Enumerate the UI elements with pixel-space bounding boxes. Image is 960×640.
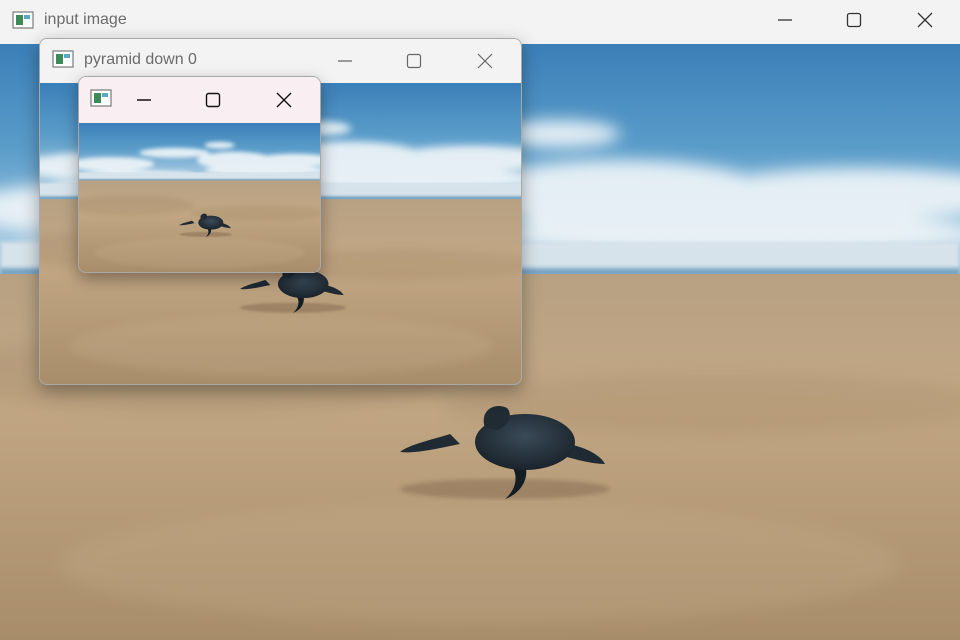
pyramid1-close-button[interactable] [249,79,319,121]
pyramid1-image-canvas[interactable] [79,123,320,272]
pyramid0-maximize-button[interactable] [379,41,449,81]
main-close-button[interactable] [890,0,960,40]
pyramid0-close-button[interactable] [450,41,520,81]
app-icon [52,50,74,68]
maximize-icon [205,92,221,108]
minimize-icon [338,60,352,62]
pyramid1-window [78,76,321,273]
minimize-icon [137,99,151,101]
minimize-icon [778,19,792,21]
pyramid0-minimize-button[interactable] [310,41,380,81]
maximize-icon [406,53,422,69]
main-minimize-button[interactable] [750,0,820,40]
main-window-title: input image [44,11,127,28]
close-icon [276,92,292,108]
pyramid0-window-title: pyramid down 0 [84,51,197,68]
close-icon [917,12,933,28]
pyramid1-minimize-button[interactable] [109,79,179,121]
close-icon [477,53,493,69]
pyramid1-maximize-button[interactable] [178,79,248,121]
app-icon [12,11,34,29]
maximize-icon [846,12,862,28]
pyramid1-titlebar[interactable] [79,77,320,123]
main-maximize-button[interactable] [819,0,889,40]
pyramid1-image [79,123,320,272]
